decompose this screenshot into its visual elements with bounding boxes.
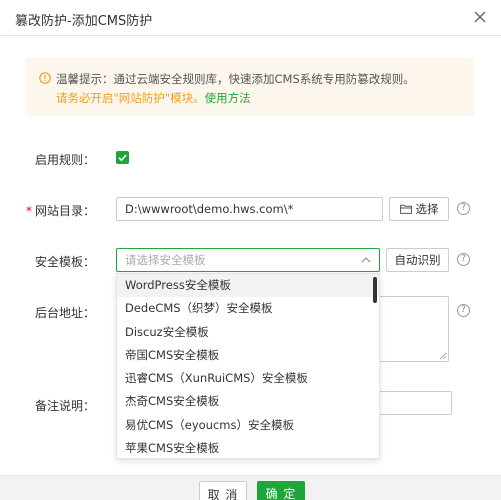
dialog-footer [0,475,501,500]
site-dir-label: * 网站目录： [15,202,95,219]
close-icon[interactable] [471,8,489,26]
tip-text: 温馨提示：通过云端安全规则库，快速添加CMS系统专用防篡改规则。 [56,72,415,86]
dialog-titlebar: 篡改防护-添加CMS防护 [0,0,501,36]
dropdown-option[interactable]: 苹果CMS安全模板 [117,437,379,458]
confirm-button[interactable]: 确 定 [257,481,305,500]
usage-link[interactable]: 使用方法 [205,91,251,105]
template-label: 安全模板： [34,255,95,269]
dropdown-option[interactable]: DedeCMS（织梦）安全模板 [117,297,379,320]
dropdown-option[interactable]: 易优CMS（eyoucms）安全模板 [117,414,379,437]
help-icon[interactable]: ? [457,253,470,266]
enable-rule-checkbox[interactable] [116,151,129,164]
tip-warning: 请务必开启"网站防护"模块。使用方法 [56,90,251,106]
template-dropdown[interactable]: WordPress安全模板 DedeCMS（织梦）安全模板 Discuz安全模板… [116,273,380,459]
dropdown-option[interactable]: Discuz安全模板 [117,321,379,344]
chevron-up-icon [361,257,371,263]
template-placeholder: 请选择安全模板 [125,253,206,267]
backend-label: 后台地址： [34,306,95,320]
auto-detect-button[interactable]: 自动识别 [386,248,449,272]
folder-icon [399,204,412,214]
site-dir-input[interactable]: D:\wwwroot\demo.hws.com\* [116,197,383,221]
select-dir-button[interactable]: 选择 [389,197,449,221]
dropdown-option[interactable]: 帝国CMS安全模板 [117,344,379,367]
tip-alert: 温馨提示：通过云端安全规则库，快速添加CMS系统专用防篡改规则。 请务必开启"网… [26,58,474,116]
dropdown-option[interactable]: 迅睿CMS（XunRuiCMS）安全模板 [117,367,379,390]
tip-warning-text: 请务必开启"网站防护"模块。 [56,91,205,105]
select-dir-label: 选择 [415,202,439,216]
dialog-title: 篡改防护-添加CMS防护 [15,14,153,29]
check-icon [118,154,127,162]
dropdown-option[interactable]: WordPress安全模板 [117,274,379,298]
cancel-button[interactable]: 取 消 [199,481,247,500]
resize-handle-icon [439,352,447,360]
remark-label: 备注说明： [34,399,95,413]
dropdown-scrollbar[interactable] [373,277,377,303]
help-icon[interactable]: ? [457,202,470,215]
enable-rule-label: 启用规则： [34,153,95,167]
template-select[interactable]: 请选择安全模板 [116,248,380,272]
site-dir-label-text: 网站目录： [34,204,95,218]
info-circle-icon [39,72,51,84]
required-mark: * [25,204,32,218]
help-icon[interactable]: ? [457,304,470,317]
dropdown-option[interactable]: 杰奇CMS安全模板 [117,390,379,413]
